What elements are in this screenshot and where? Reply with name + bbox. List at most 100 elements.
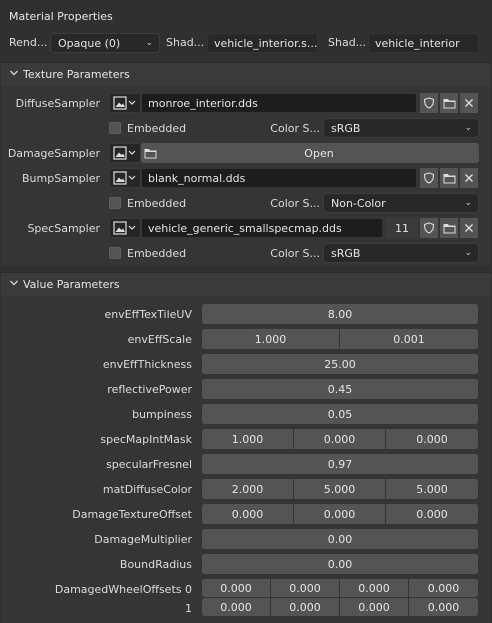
param-label: specMapIntMask — [100, 433, 192, 446]
bump-embedded-label: Embedded — [127, 197, 187, 210]
damage-image-browse[interactable] — [109, 143, 141, 163]
param-value-field[interactable]: 1.000 — [202, 329, 339, 349]
diffuse-color-space-value: sRGB — [331, 121, 361, 135]
spec-file-field[interactable]: vehicle_generic_smallspecmap.dds — [141, 218, 383, 238]
close-icon — [465, 99, 473, 107]
folder-icon — [443, 173, 455, 183]
wheel-offset-field[interactable]: 0.000 — [271, 598, 339, 616]
texture-panel-header[interactable]: Texture Parameters — [1, 62, 491, 86]
shader-field-2[interactable]: vehicle_interior — [368, 33, 479, 53]
diffuse-file-field[interactable]: monroe_interior.dds — [141, 93, 417, 113]
param-value-field[interactable]: 0.000 — [294, 429, 385, 449]
bump-color-space-dropdown[interactable]: Non-Color ⌄ — [323, 193, 479, 213]
bump-embedded-checkbox[interactable] — [109, 197, 121, 209]
spec-users-count[interactable]: 11 — [386, 218, 418, 238]
bump-browse-button[interactable] — [440, 168, 458, 188]
param-value-field[interactable]: 0.000 — [386, 429, 478, 449]
shader-label-2: Shad... — [328, 36, 367, 49]
wheel-offset-field[interactable]: 0.000 — [340, 598, 408, 616]
wheel-offset-field[interactable]: 0.000 — [202, 579, 270, 597]
param-value-field[interactable]: 0.97 — [202, 454, 478, 474]
bump-fake-user-button[interactable] — [420, 168, 438, 188]
wheel-offsets-row1-label: 1 — [185, 602, 192, 615]
damage-folder-button[interactable] — [141, 143, 159, 163]
bump-file-field[interactable]: blank_normal.dds — [141, 168, 417, 188]
texture-panel-title: Texture Parameters — [23, 68, 130, 81]
diffuse-browse-button[interactable] — [440, 93, 458, 113]
bump-color-space-label: Color S... — [270, 197, 320, 210]
param-value-field[interactable]: 0.45 — [202, 379, 478, 399]
param-value-field[interactable]: 8.00 — [202, 304, 478, 324]
param-label: DamageMultiplier — [94, 533, 192, 546]
diffuse-embedded-checkbox[interactable] — [109, 122, 121, 134]
param-value-field[interactable]: 0.000 — [202, 504, 293, 524]
bump-sampler-label: BumpSampler — [22, 172, 100, 185]
param-value-field[interactable]: 0.000 — [294, 504, 385, 524]
param-value-field[interactable]: 5.000 — [386, 479, 478, 499]
param-label: DamageTextureOffset — [72, 508, 192, 521]
close-icon — [465, 174, 473, 182]
render-dropdown[interactable]: Opaque (0) ⌄ — [50, 33, 160, 53]
wheel-offset-field[interactable]: 0.000 — [271, 579, 339, 597]
bump-color-space-value: Non-Color — [331, 196, 386, 210]
param-value-field[interactable]: 0.00 — [202, 529, 478, 549]
wheel-offsets-label: DamagedWheelOffsets 0 — [54, 583, 192, 596]
render-value: Opaque (0) — [58, 36, 121, 50]
param-label: matDiffuseColor — [102, 483, 192, 496]
close-icon — [465, 224, 473, 232]
chevron-down-icon: ⌄ — [464, 248, 472, 258]
shader-field-1[interactable]: vehicle_interior.s... — [207, 33, 318, 53]
param-label: bumpiness — [132, 408, 192, 421]
shield-icon — [423, 172, 435, 184]
value-panel-header[interactable]: Value Parameters — [1, 272, 491, 296]
bump-unlink-button[interactable] — [460, 168, 478, 188]
shader-label-1: Shad... — [166, 36, 205, 49]
param-label: envEffTexTileUV — [104, 308, 192, 321]
param-value-field[interactable]: 0.00 — [202, 554, 478, 574]
render-label: Rend... — [9, 36, 48, 49]
chevron-down-icon: ⌄ — [464, 198, 472, 208]
bump-image-browse[interactable] — [109, 168, 141, 188]
image-icon — [113, 221, 136, 235]
spec-image-browse[interactable] — [109, 218, 141, 238]
param-value-field[interactable]: 25.00 — [202, 354, 478, 374]
folder-icon — [443, 98, 455, 108]
wheel-offset-field[interactable]: 0.000 — [409, 598, 478, 616]
folder-icon — [443, 223, 455, 233]
chevron-down-icon: ⌄ — [464, 123, 472, 133]
spec-browse-button[interactable] — [440, 218, 458, 238]
value-panel-title: Value Parameters — [23, 278, 120, 291]
param-value-field[interactable]: 5.000 — [294, 479, 385, 499]
image-icon — [113, 171, 136, 185]
param-label: envEffThickness — [102, 358, 192, 371]
param-label: reflectivePower — [107, 383, 192, 396]
spec-color-space-value: sRGB — [331, 246, 361, 260]
page-title: Material Properties — [9, 10, 113, 23]
param-value-field[interactable]: 2.000 — [202, 479, 293, 499]
damage-sampler-label: DamageSampler — [7, 147, 100, 160]
spec-fake-user-button[interactable] — [420, 218, 438, 238]
spec-color-space-dropdown[interactable]: sRGB ⌄ — [323, 243, 479, 263]
diffuse-image-browse[interactable] — [109, 93, 141, 113]
spec-unlink-button[interactable] — [460, 218, 478, 238]
spec-embedded-checkbox[interactable] — [109, 247, 121, 259]
wheel-offset-field[interactable]: 0.000 — [340, 579, 408, 597]
param-value-field[interactable]: 0.000 — [386, 504, 478, 524]
param-value-field[interactable]: 1.000 — [202, 429, 293, 449]
param-label: specularFresnel — [106, 458, 192, 471]
diffuse-fake-user-button[interactable] — [420, 93, 438, 113]
wheel-offset-field[interactable]: 0.000 — [202, 598, 270, 616]
chevron-down-icon — [10, 70, 18, 76]
spec-sampler-label: SpecSampler — [27, 222, 100, 235]
shield-icon — [423, 222, 435, 234]
diffuse-color-space-dropdown[interactable]: sRGB ⌄ — [323, 118, 479, 138]
param-value-field[interactable]: 0.001 — [340, 329, 478, 349]
wheel-offset-field[interactable]: 0.000 — [409, 579, 478, 597]
param-value-field[interactable]: 0.05 — [202, 404, 478, 424]
spec-color-space-label: Color S... — [270, 247, 320, 260]
folder-icon — [144, 148, 156, 158]
diffuse-embedded-label: Embedded — [127, 122, 187, 135]
shield-icon — [423, 97, 435, 109]
diffuse-unlink-button[interactable] — [460, 93, 478, 113]
damage-open-button[interactable]: Open — [159, 143, 479, 163]
